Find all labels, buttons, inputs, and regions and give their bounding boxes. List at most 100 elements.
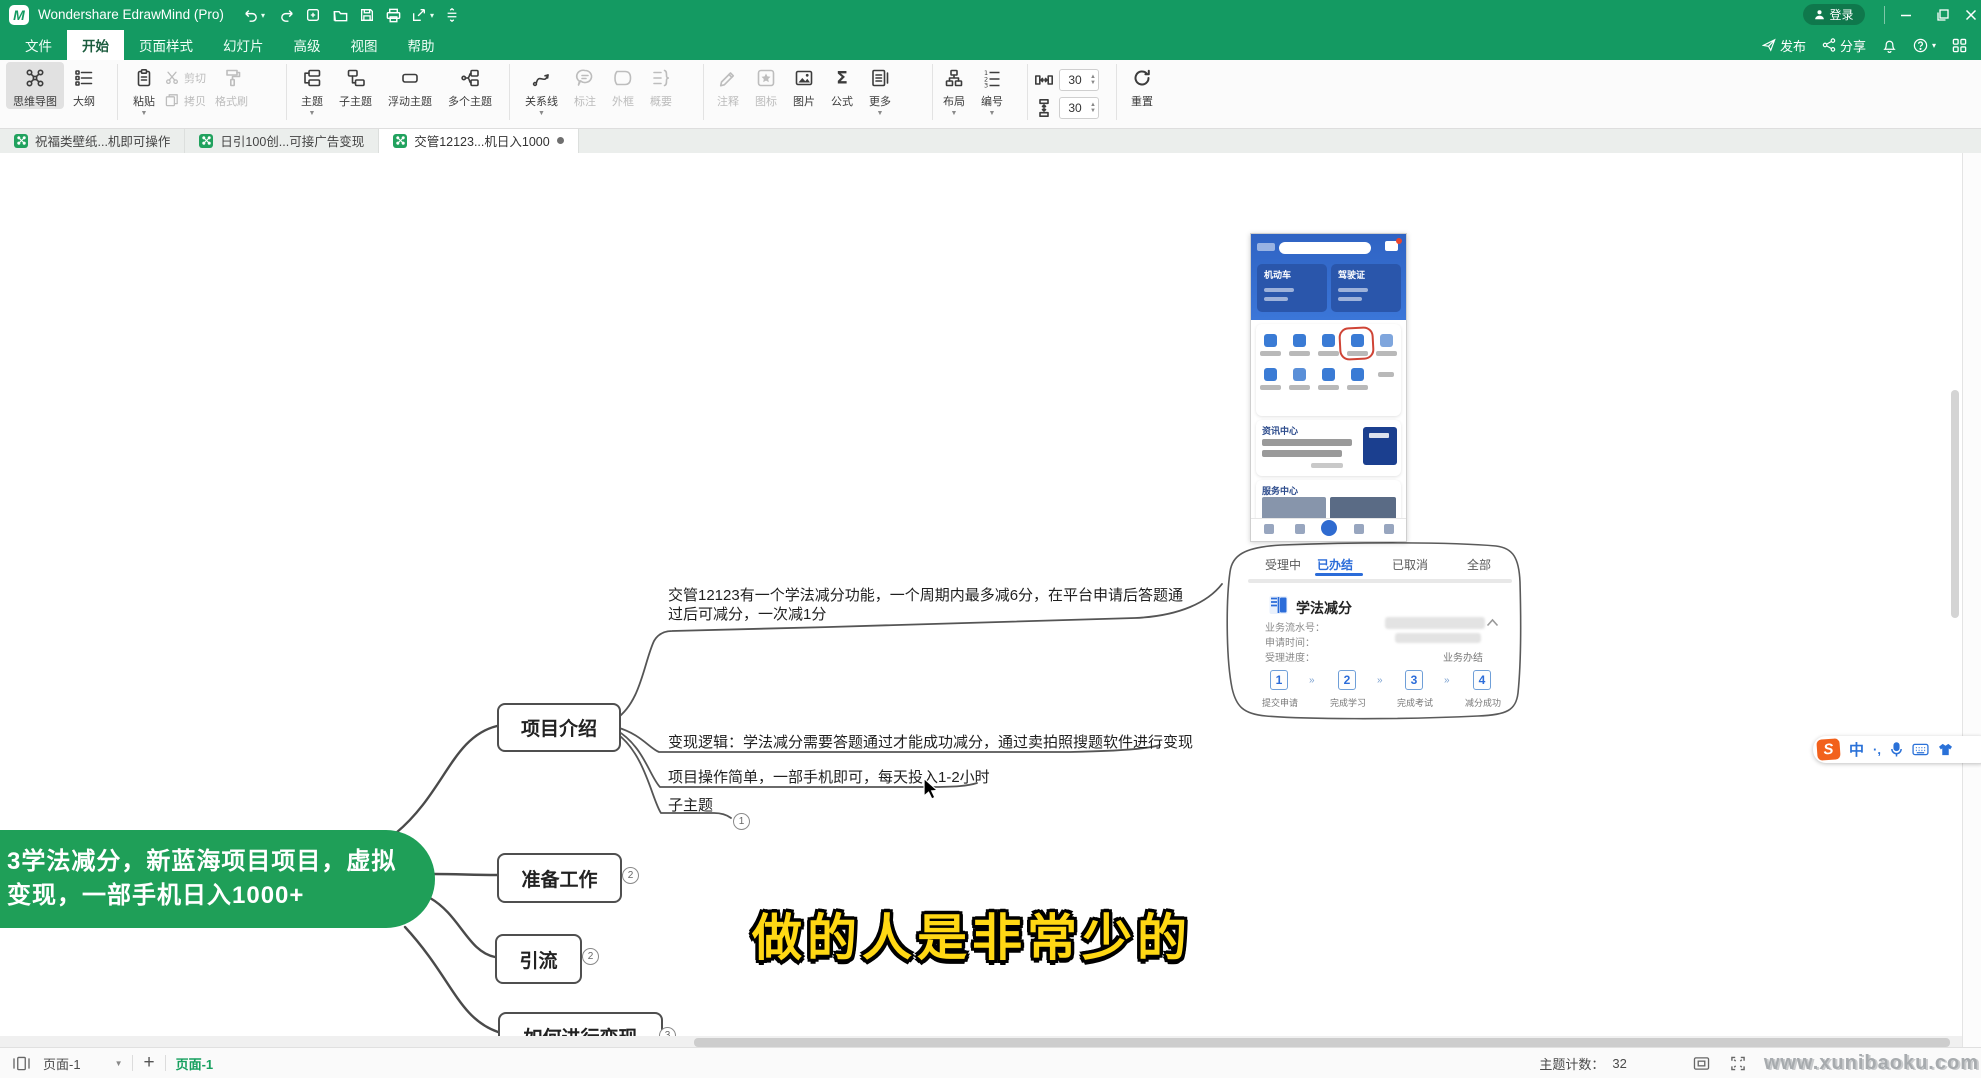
ime-mic-icon[interactable] bbox=[1890, 742, 1903, 757]
toolbar-button-numbering[interactable]: 123编号▼ bbox=[974, 62, 1010, 117]
active-page-tab[interactable]: 页面-1 bbox=[176, 1054, 214, 1073]
close-button[interactable] bbox=[1958, 4, 1981, 26]
collapse-badge-1[interactable]: 1 bbox=[733, 813, 750, 830]
document-tab-2[interactable]: 交管12123...机日入1000 bbox=[379, 128, 579, 153]
toolbar-button-formula[interactable]: Σ公式 bbox=[824, 62, 860, 109]
fit-to-window-icon[interactable] bbox=[1693, 1056, 1710, 1071]
toolbar-button-copy[interactable]: 拷贝 bbox=[164, 92, 206, 109]
toolbar-button-icon[interactable]: 图标 bbox=[748, 62, 784, 109]
publish-button[interactable]: 发布 bbox=[1762, 36, 1806, 55]
v-spacing-input[interactable]: 30▲▼ bbox=[1059, 97, 1099, 119]
toolbar-button-reset[interactable]: 重置 bbox=[1124, 62, 1160, 109]
apps-grid-icon[interactable] bbox=[1952, 38, 1967, 53]
relationship-dropdown-icon[interactable]: ▼ bbox=[538, 110, 545, 117]
menu-tab-slideshow[interactable]: 幻灯片 bbox=[208, 30, 279, 60]
export-dropdown-icon[interactable]: ▾ bbox=[430, 11, 434, 20]
page-view-icon[interactable] bbox=[12, 1056, 31, 1071]
topic-node-traffic[interactable]: 引流 bbox=[495, 934, 582, 984]
icon-icon bbox=[756, 66, 776, 90]
toolbar-button-picture[interactable]: 图片 bbox=[786, 62, 822, 109]
new-file-button[interactable] bbox=[304, 6, 322, 24]
document-tab-1[interactable]: 日引100创...可接广告变现 bbox=[185, 128, 379, 153]
chevron-up-icon[interactable] bbox=[1486, 618, 1499, 627]
toolbar-button-layout[interactable]: 布局▼ bbox=[936, 62, 972, 117]
horizontal-scrollbar-thumb[interactable] bbox=[694, 1038, 1950, 1047]
toolbar-button-callout[interactable]: 标注 bbox=[567, 62, 603, 109]
subtopic-text-1[interactable]: 交管12123有一个学法减分功能，一个周期内最多减6分，在平台申请后答题通过后可… bbox=[668, 586, 1192, 624]
share-button[interactable]: 分享 bbox=[1822, 36, 1866, 55]
panel-row-label-3: 受理进度： bbox=[1265, 649, 1315, 664]
menu-tab-advanced[interactable]: 高级 bbox=[279, 30, 336, 60]
h-spacing-input[interactable]: 30▲▼ bbox=[1059, 69, 1099, 91]
panel-tab-accepting[interactable]: 受理中 bbox=[1265, 556, 1301, 573]
minimize-button[interactable] bbox=[1893, 4, 1919, 26]
menu-tab-home[interactable]: 开始 bbox=[67, 30, 124, 60]
menu-tab-help[interactable]: 帮助 bbox=[393, 30, 450, 60]
ime-skin-shirt-icon[interactable] bbox=[1938, 743, 1953, 756]
subtopic-text-2[interactable]: 变现逻辑：学法减分需要答题通过才能成功减分，通过卖拍照搜题软件进行变现 bbox=[668, 733, 1193, 752]
panel-tab-completed[interactable]: 已办结 bbox=[1317, 556, 1353, 573]
format-painter-icon bbox=[222, 66, 242, 90]
undo-dropdown-icon[interactable]: ▾ bbox=[261, 11, 265, 20]
toolbar-button-floating-topic[interactable]: 浮动主题 bbox=[381, 62, 439, 109]
document-tab-0[interactable]: 祝福类壁纸...机即可操作 bbox=[0, 128, 185, 153]
save-button[interactable] bbox=[358, 6, 376, 24]
numbering-dropdown-icon[interactable]: ▼ bbox=[989, 110, 996, 117]
toolbar-button-format-painter[interactable]: 格式刷 bbox=[208, 62, 255, 109]
vertical-scrollbar-thumb[interactable] bbox=[1951, 390, 1959, 618]
layout-dropdown-icon[interactable]: ▼ bbox=[951, 110, 958, 117]
add-page-button[interactable]: + bbox=[143, 1052, 154, 1074]
central-topic-node[interactable]: 3学法减分，新蓝海项目项目，虚拟 变现，一部手机日入1000+ bbox=[0, 830, 435, 928]
toolbar-button-subtopic[interactable]: 子主题 bbox=[332, 62, 379, 109]
toolbar-toggle-icon[interactable] bbox=[443, 6, 461, 24]
menu-tab-page-style[interactable]: 页面样式 bbox=[124, 30, 208, 60]
h-spacing-down-icon[interactable]: ▼ bbox=[1090, 80, 1096, 86]
topic-dropdown-icon[interactable]: ▼ bbox=[309, 110, 316, 117]
collapse-badge-3[interactable]: 2 bbox=[582, 948, 599, 965]
toolbar-button-boundary[interactable]: 外框 bbox=[605, 62, 641, 109]
sogou-ime-logo-icon[interactable]: S bbox=[1816, 738, 1840, 761]
toolbar-button-relationship[interactable]: 关系线▼ bbox=[518, 62, 565, 117]
print-button[interactable] bbox=[384, 6, 402, 24]
help-menu-icon[interactable]: ▾ bbox=[1913, 38, 1936, 53]
notifications-bell-icon[interactable] bbox=[1882, 38, 1897, 53]
login-button[interactable]: 登录 bbox=[1803, 4, 1865, 25]
panel-tab-cancelled[interactable]: 已取消 bbox=[1392, 556, 1428, 573]
collapse-badge-2[interactable]: 2 bbox=[622, 867, 639, 884]
subtopic-text-3[interactable]: 项目操作简单，一部手机即可，每天投入1-2小时 bbox=[668, 768, 990, 787]
ime-toolbar[interactable]: S 中 ·, bbox=[1813, 736, 1981, 763]
toolbar-button-note[interactable]: 注释 bbox=[710, 62, 746, 109]
toolbar-button-more[interactable]: 更多▼ bbox=[862, 62, 898, 117]
menu-tab-view[interactable]: 视图 bbox=[336, 30, 393, 60]
open-file-button[interactable] bbox=[331, 6, 349, 24]
toolbar-button-outline[interactable]: 大纲 bbox=[66, 62, 102, 109]
toolbar-button-multi-topic[interactable]: 多个主题 bbox=[441, 62, 499, 109]
toolbar-button-cut[interactable]: 剪切 bbox=[164, 69, 206, 86]
v-spacing-down-icon[interactable]: ▼ bbox=[1090, 108, 1096, 114]
maximize-button[interactable] bbox=[1930, 4, 1956, 26]
undo-button[interactable] bbox=[241, 6, 259, 24]
ime-punctuation-icon[interactable]: ·, bbox=[1873, 742, 1881, 757]
topic-node-preparation[interactable]: 准备工作 bbox=[497, 853, 622, 903]
export-button[interactable] bbox=[410, 6, 428, 24]
topic-node-project-intro[interactable]: 项目介绍 bbox=[497, 703, 621, 752]
redo-button[interactable] bbox=[278, 6, 296, 24]
toolbar-button-summary[interactable]: 概要 bbox=[643, 62, 679, 109]
page-select-dropdown[interactable]: 页面-1 ▼ bbox=[43, 1054, 122, 1073]
relationship-icon bbox=[532, 66, 552, 90]
toolbar-button-topic[interactable]: 主题▼ bbox=[294, 62, 330, 117]
subtopic-text-4[interactable]: 子主题 bbox=[668, 796, 713, 815]
ime-language-chinese[interactable]: 中 bbox=[1849, 739, 1864, 760]
fullscreen-icon[interactable] bbox=[1730, 1056, 1746, 1071]
panel-tab-all[interactable]: 全部 bbox=[1467, 556, 1491, 573]
toolbar-button-mindmap[interactable]: 思维导图 bbox=[6, 62, 64, 109]
ime-keyboard-icon[interactable] bbox=[1912, 743, 1929, 756]
paste-dropdown-icon[interactable]: ▼ bbox=[141, 110, 148, 117]
toolbar-button-paste[interactable]: 粘贴▼ bbox=[126, 62, 162, 117]
step-label-3: 完成考试 bbox=[1397, 696, 1433, 709]
boundary-icon bbox=[613, 66, 633, 90]
menu-tab-file[interactable]: 文件 bbox=[10, 30, 67, 60]
mindmap-canvas[interactable]: 3学法减分，新蓝海项目项目，虚拟 变现，一部手机日入1000+ 项目介绍 准备工… bbox=[0, 153, 1981, 1047]
more-dropdown-icon[interactable]: ▼ bbox=[877, 110, 884, 117]
document-tabs: 祝福类壁纸...机即可操作日引100创...可接广告变现交管12123...机日… bbox=[0, 128, 1981, 153]
